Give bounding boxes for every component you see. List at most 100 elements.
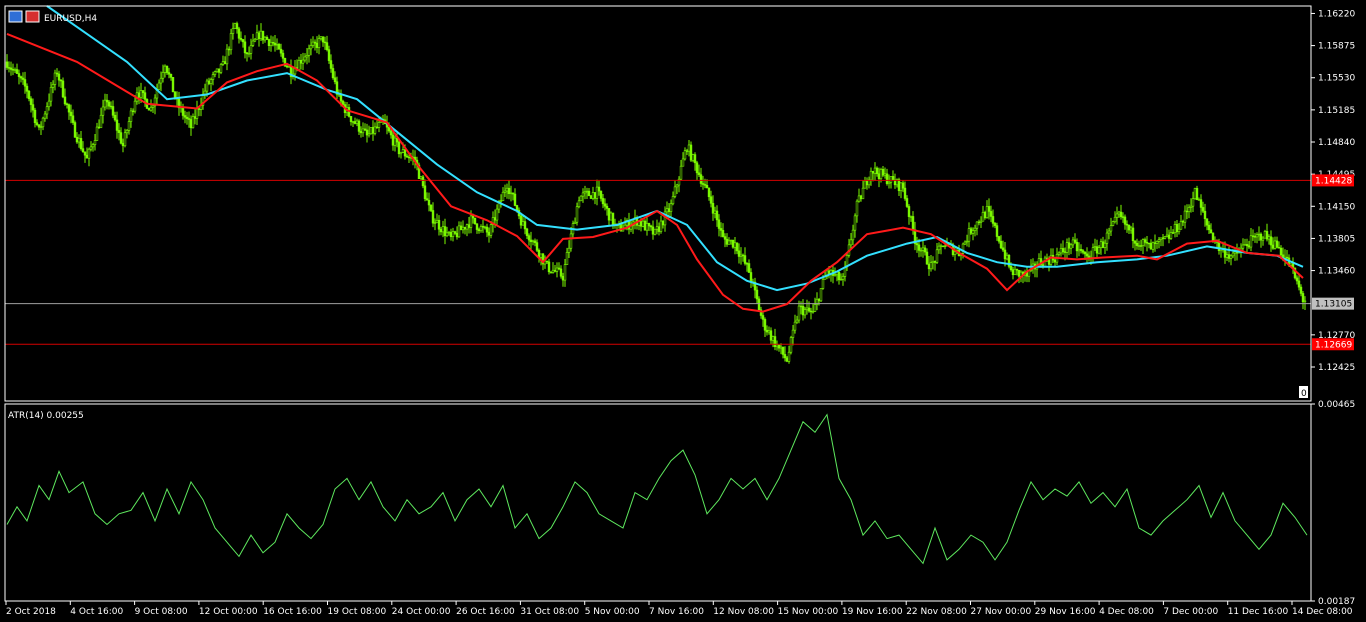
candle [135,87,139,105]
price-tick-label: 1.12425 [1318,363,1355,373]
candle [371,120,375,141]
candle [313,39,317,51]
candle [1035,261,1039,278]
candle [973,224,977,237]
candle [165,65,169,75]
candle [353,117,357,125]
candle [237,26,241,44]
candle [317,34,321,55]
candle [689,141,693,163]
candle [919,247,923,257]
candle [105,94,109,110]
candle [71,109,75,125]
price-pane[interactable] [5,5,1311,364]
candle [1229,254,1233,266]
candle [657,222,661,236]
candle [1259,232,1263,248]
candle [149,99,153,112]
candle [977,219,981,226]
candle [801,299,805,321]
candle [867,176,871,189]
candle [999,235,1003,249]
candle [1143,237,1147,247]
candle [761,310,765,327]
candle [605,203,609,216]
candle [327,45,331,64]
candle [1295,275,1299,285]
candle [1187,204,1191,219]
candle [805,299,809,315]
candle [719,222,723,238]
candle [109,101,113,110]
candle [889,176,893,189]
candle [927,255,931,276]
candle [1179,215,1183,230]
candle [369,127,373,135]
candle [957,244,961,257]
candle [1065,238,1069,260]
candle [507,180,511,200]
candle [393,135,397,152]
candle [803,306,807,319]
candle [13,67,17,73]
candle [997,235,1001,244]
candle [839,273,843,281]
candle [265,35,269,40]
time-tick-label: 26 Oct 16:00 [456,607,515,617]
candle [243,35,247,59]
candle [891,170,895,181]
candle [215,68,219,73]
candle [111,100,115,119]
price-tag-red-2[interactable]: 1.12669 [1312,338,1354,351]
candle [595,179,599,206]
candle [1027,270,1031,283]
candle [1149,239,1153,250]
candle [785,356,789,363]
candle [103,93,107,111]
candle [333,71,337,85]
candle [815,292,819,311]
candle [1025,267,1029,283]
candle [1163,236,1167,240]
price-axis[interactable]: 1.16220 1.15875 1.15530 1.15185 1.14840 1.144… [1311,9,1355,373]
candle [423,179,427,202]
time-tick-label: 4 Oct 16:00 [70,607,123,617]
candle [21,72,25,85]
candle [929,254,933,272]
scroll-marker[interactable]: 0 [1299,386,1308,399]
chart-title-group: EURUSD,H4 [8,10,97,24]
candle [643,219,647,231]
candle [837,270,841,285]
candle [549,271,553,274]
candle [697,164,701,177]
candle [151,104,155,113]
price-tag-red-0[interactable]: 1.14428 [1312,174,1354,187]
candle [807,301,811,313]
candle [727,237,731,245]
candle [463,226,467,235]
candle [209,77,213,92]
price-tag-gray-1[interactable]: 1.13105 [1312,297,1354,310]
candle [361,122,365,137]
candle [59,79,63,88]
candle [567,240,571,259]
candle [67,103,71,120]
time-axis[interactable]: 2 Oct 2018 4 Oct 16:00 9 Oct 08:00 12 Oct 0… [5,601,1353,617]
candle [185,111,189,125]
candle [107,100,111,110]
candle [1171,229,1175,234]
candle [1139,239,1143,251]
candle [1121,212,1125,223]
candle [923,245,927,256]
candle [529,231,533,250]
candle [733,236,737,255]
candle [453,230,457,235]
atr-axis[interactable]: 0.00465 0.00187 [1311,400,1355,607]
time-tick-label: 12 Nov 08:00 [713,607,774,617]
candle [477,227,481,234]
candle [483,225,487,230]
atr-pane[interactable] [6,413,1308,565]
candle [873,162,877,181]
candle [531,239,535,246]
candle [75,132,79,144]
